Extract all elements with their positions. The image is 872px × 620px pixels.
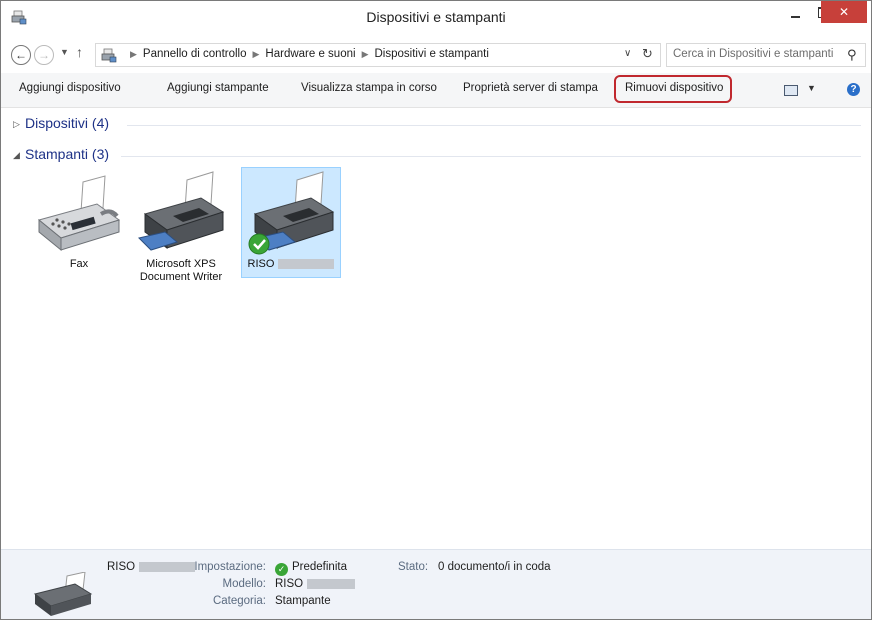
back-button[interactable]: ← <box>11 45 31 65</box>
printer-icon <box>248 171 335 255</box>
refresh-icon[interactable]: ↻ <box>642 46 653 62</box>
address-row: ← → ▼ ↑ ▶ Pannello di controllo ▶ Hardware … <box>1 41 871 69</box>
status-label: Stato: <box>398 561 429 573</box>
recent-locations-dropdown[interactable]: ▼ <box>60 47 69 57</box>
printer-tile-riso[interactable]: RISO <box>241 167 341 278</box>
close-icon: ✕ <box>838 5 850 19</box>
printer-label: Fax <box>69 258 89 270</box>
group-devices-title[interactable]: Dispositivi (4) <box>25 115 109 131</box>
expanded-arrow-icon: ◢ <box>13 150 20 160</box>
category-value: Stampante <box>275 595 331 607</box>
model-label: Modello: <box>222 578 266 590</box>
view-options-dropdown[interactable]: ▼ <box>807 83 816 93</box>
forward-button[interactable]: → <box>34 45 54 65</box>
printer-tile-fax[interactable]: Fax <box>29 168 129 278</box>
title-bar: Dispositivi e stampanti ✕ <box>1 1 871 33</box>
group-printers[interactable]: ◢ Stampanti (3) <box>11 146 861 166</box>
printer-icon <box>138 171 225 251</box>
up-button[interactable]: ↑ <box>76 44 83 60</box>
printer-label-line2: Document Writer <box>139 271 223 283</box>
print-server-properties-button[interactable]: Proprietà server di stampa <box>463 82 598 94</box>
minimize-icon <box>790 15 800 18</box>
printer-name: RISO <box>247 258 275 270</box>
group-divider <box>121 156 861 157</box>
setting-value: ✓ Predefinita <box>275 561 347 576</box>
category-label: Categoria: <box>212 595 266 607</box>
command-bar: Aggiungi dispositivo Aggiungi stampante … <box>1 73 871 108</box>
devices-printers-window: Dispositivi e stampanti ✕ ← → ▼ ↑ ▶ Panne… <box>0 0 872 620</box>
add-device-button[interactable]: Aggiungi dispositivo <box>19 82 121 94</box>
remove-device-button[interactable]: Rimuovi dispositivo <box>625 82 723 94</box>
breadcrumb-item[interactable]: Pannello di controllo <box>143 48 247 60</box>
content-area: ▷ Dispositivi (4) ◢ Stampanti (3) Fax Mi… <box>1 108 871 549</box>
group-printers-title[interactable]: Stampanti (3) <box>25 146 109 162</box>
printer-tile-xps[interactable]: Microsoft XPS Document Writer <box>131 168 231 283</box>
change-view-icon[interactable] <box>784 85 798 96</box>
group-devices[interactable]: ▷ Dispositivi (4) <box>11 115 861 135</box>
breadcrumb: ▶ Pannello di controllo ▶ Hardware e suoni ▶… <box>124 48 489 60</box>
details-pane: RISO Impostazione: ✓ Predefinita Modello:… <box>1 549 871 619</box>
close-button[interactable]: ✕ <box>821 1 867 23</box>
printer-icon <box>33 572 93 616</box>
group-divider <box>127 125 861 126</box>
breadcrumb-item[interactable]: Dispositivi e stampanti <box>374 48 488 60</box>
chevron-right-icon: ▶ <box>130 49 137 59</box>
status-value: 0 documento/i in coda <box>438 561 551 573</box>
search-icon[interactable]: ⚲ <box>847 47 857 63</box>
default-check-icon: ✓ <box>275 563 288 576</box>
collapsed-arrow-icon: ▷ <box>13 119 20 129</box>
redacted-model-mark <box>307 578 356 589</box>
breadcrumb-item[interactable]: Hardware e suoni <box>265 48 355 60</box>
search-placeholder: Cerca in Dispositivi e stampanti <box>673 48 834 60</box>
add-printer-button[interactable]: Aggiungi stampante <box>167 82 269 94</box>
printer-label: Microsoft XPS <box>146 258 216 270</box>
search-input[interactable]: Cerca in Dispositivi e stampanti ⚲ <box>666 43 866 67</box>
see-printing-button[interactable]: Visualizza stampa in corso <box>301 82 437 94</box>
redacted-model-mark <box>278 259 335 270</box>
forward-arrow-icon: → <box>38 48 50 62</box>
control-panel-icon <box>101 48 117 63</box>
chevron-right-icon: ▶ <box>252 49 260 59</box>
address-dropdown-icon[interactable]: ∨ <box>624 48 631 59</box>
setting-label: Impostazione: <box>194 561 266 573</box>
details-name-text: RISO <box>107 561 136 573</box>
help-icon[interactable]: ? <box>847 83 860 96</box>
address-bar[interactable]: ▶ Pannello di controllo ▶ Hardware e suoni ▶… <box>95 43 661 67</box>
model-value-text: RISO <box>275 578 304 590</box>
default-printer-check-icon <box>248 233 270 255</box>
printer-label: RISO <box>242 258 340 271</box>
window-title: Dispositivi e stampanti <box>366 9 506 25</box>
fax-icon <box>37 175 121 252</box>
back-arrow-icon: ← <box>15 48 27 62</box>
up-arrow-icon: ↑ <box>76 44 83 60</box>
model-value: RISO <box>275 578 356 590</box>
setting-value-text: Predefinita <box>292 561 347 573</box>
chevron-right-icon: ▶ <box>361 49 369 59</box>
